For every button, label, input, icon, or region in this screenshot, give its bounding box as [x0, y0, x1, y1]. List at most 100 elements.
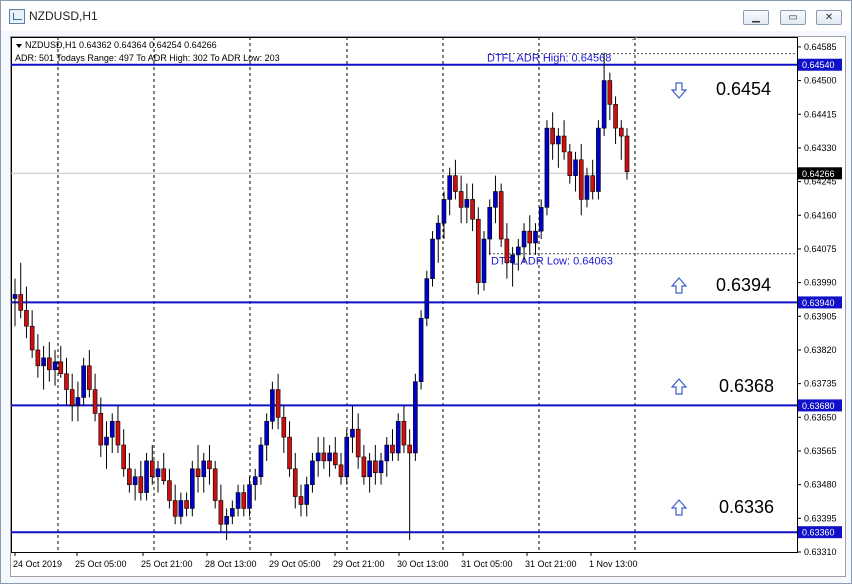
bear-candle — [35, 349, 41, 367]
time-tick-label: 29 Oct 21:00 — [333, 559, 385, 569]
bear-candle — [47, 357, 52, 371]
price-tick-label: 0.63735 — [804, 379, 837, 389]
bear-candle — [275, 389, 281, 418]
level-price-label: 0.63680 — [802, 401, 835, 411]
bull-candle — [315, 452, 321, 462]
bear-candle — [69, 389, 75, 406]
bull-candle — [104, 436, 109, 446]
bull-candle — [81, 365, 86, 398]
level-zone-label: 0.6394 — [716, 275, 771, 295]
bull-candle — [132, 476, 138, 485]
maximize-button[interactable]: ▭ — [780, 10, 806, 25]
bear-candle — [212, 468, 218, 501]
bull-candle — [367, 460, 372, 478]
bear-candle — [458, 191, 464, 208]
time-tick-label: 1 Nov 13:00 — [589, 559, 638, 569]
price-tick-label: 0.63310 — [804, 547, 837, 557]
bear-candle — [470, 199, 475, 220]
bear-candle — [29, 325, 35, 351]
bear-candle — [361, 456, 367, 478]
bear-candle — [64, 373, 69, 390]
bear-candle — [338, 464, 344, 478]
bear-candle — [115, 420, 121, 446]
bear-candle — [172, 500, 178, 517]
price-chart[interactable]: 0.645850.645000.644150.643300.642450.641… — [11, 36, 845, 576]
bear-candle — [373, 460, 378, 474]
bear-candle — [332, 452, 338, 466]
title-bar[interactable]: NZDUSD,H1 ▁ ▭ ✕ — [1, 1, 851, 31]
minimize-icon: ▁ — [752, 12, 760, 23]
close-button[interactable]: ✕ — [816, 10, 842, 25]
bear-candle — [498, 191, 504, 240]
bull-candle — [596, 127, 601, 192]
bear-candle — [241, 492, 247, 509]
time-tick-label: 25 Oct 21:00 — [141, 559, 193, 569]
time-tick-label: 30 Oct 13:00 — [397, 559, 449, 569]
bull-candle — [441, 199, 447, 224]
bull-candle — [109, 420, 115, 438]
arrow-up-icon — [670, 499, 688, 516]
bull-candle — [52, 361, 58, 371]
bear-candle — [401, 420, 407, 446]
price-tick-label: 0.63565 — [804, 446, 837, 456]
bear-candle — [590, 175, 595, 192]
price-tick-label: 0.64500 — [804, 76, 837, 86]
bear-candle — [167, 480, 172, 501]
bull-candle — [424, 278, 430, 319]
time-tick-label: 31 Oct 05:00 — [461, 559, 513, 569]
minimize-button[interactable]: ▁ — [743, 10, 769, 25]
bull-candle — [395, 420, 401, 454]
bear-candle — [475, 218, 481, 283]
time-tick-label: 31 Oct 21:00 — [525, 559, 577, 569]
level-price-label: 0.64540 — [802, 60, 835, 70]
bear-candle — [195, 468, 201, 478]
bear-candle — [561, 135, 567, 153]
current-price-label: 0.64266 — [802, 169, 835, 179]
bull-candle — [418, 317, 424, 382]
level-zone-label: 0.6454 — [716, 79, 771, 99]
bull-candle — [544, 127, 550, 208]
level-price-label: 0.63360 — [802, 528, 835, 538]
bear-candle — [613, 104, 618, 129]
chart-icon — [9, 9, 25, 24]
bear-candle — [87, 365, 92, 390]
bull-candle — [601, 80, 607, 129]
bear-candle — [92, 389, 98, 414]
bear-candle — [149, 460, 155, 478]
bear-candle — [527, 230, 533, 244]
bear-candle — [161, 468, 167, 481]
bear-candle — [58, 361, 64, 375]
arrow-up-icon — [670, 277, 688, 294]
bear-candle — [218, 500, 224, 525]
bull-candle — [144, 460, 149, 493]
bull-candle — [521, 230, 527, 248]
bull-candle — [538, 207, 544, 232]
time-tick-label: 24 Oct 2019 — [13, 559, 62, 569]
price-tick-label: 0.64415 — [804, 109, 837, 119]
bull-candle — [556, 135, 561, 145]
adr-info: ADR: 501 Todays Range: 497 To ADR High: … — [15, 53, 280, 63]
arrow-down-icon — [670, 82, 688, 99]
bull-candle — [350, 428, 355, 438]
bull-candle — [493, 191, 498, 208]
bear-candle — [281, 417, 287, 438]
bull-candle — [178, 500, 184, 517]
bull-candle — [344, 436, 350, 478]
level-price-label: 0.63940 — [802, 298, 835, 308]
level-zone-label: 0.6368 — [719, 376, 774, 396]
bull-candle — [230, 508, 235, 517]
bull-candle — [41, 357, 46, 367]
bear-candle — [298, 496, 304, 505]
bull-candle — [190, 468, 195, 509]
chart-area[interactable]: 0.64585 0.64500 0.64415 0.64330 0.64245 0.641… — [10, 36, 846, 577]
bull-candle — [378, 460, 384, 474]
bull-candle — [464, 199, 470, 208]
symbol-info: NZDUSD,H1 0.64362 0.64364 0.64254 0.6426… — [25, 40, 217, 50]
window-title: NZDUSD,H1 — [29, 9, 98, 23]
time-tick-label: 28 Oct 13:00 — [205, 559, 257, 569]
adr-low-label: DTFL ADR Low: 0.64063 — [491, 256, 613, 268]
bull-candle — [430, 238, 435, 279]
bull-candle — [533, 230, 538, 244]
bear-candle — [98, 413, 104, 446]
bull-candle — [201, 460, 207, 478]
